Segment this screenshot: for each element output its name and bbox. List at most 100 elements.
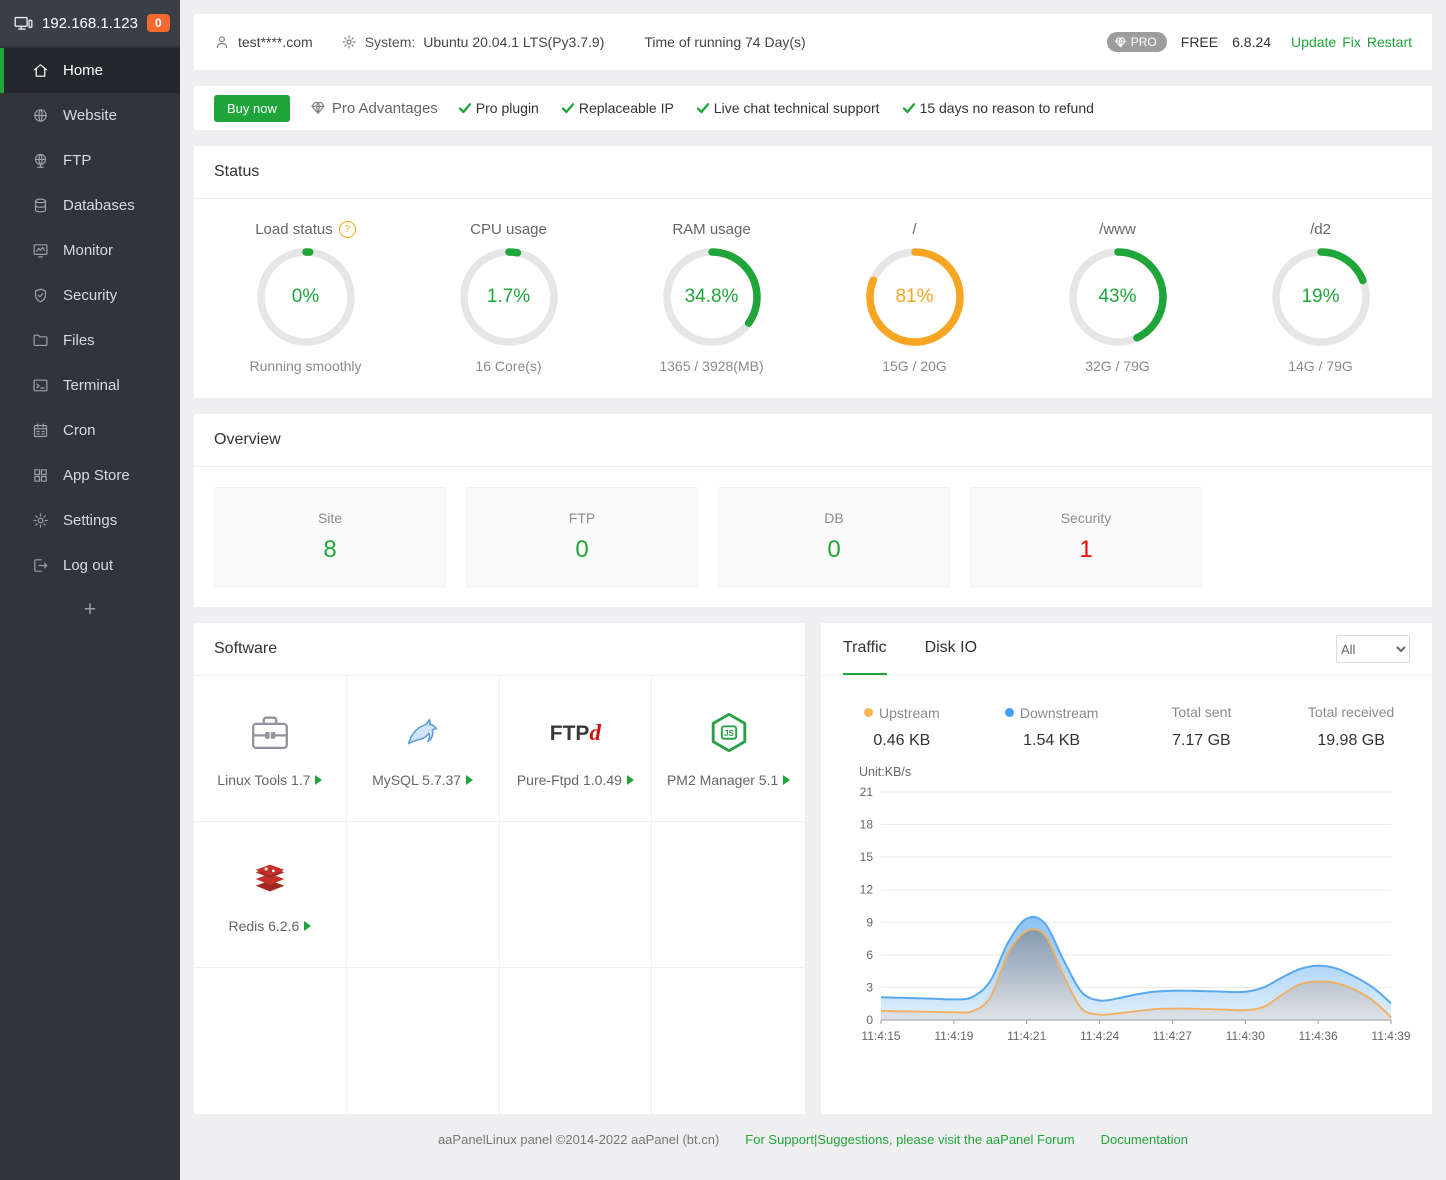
- software-item-pure-ftpd-1-0-49[interactable]: FTPdPure-Ftpd 1.0.49: [500, 676, 653, 822]
- software-item-redis-6-2-6[interactable]: Redis 6.2.6: [194, 822, 347, 968]
- overview-card-label: Security: [1061, 510, 1112, 526]
- sidebar-item-ftp[interactable]: FTP: [0, 138, 180, 183]
- ftpd-icon: FTPd: [550, 710, 601, 756]
- svg-text:6: 6: [866, 948, 873, 962]
- server-ip: 192.168.1.123: [42, 15, 138, 32]
- forum-link[interactable]: For Support|Suggestions, please visit th…: [745, 1132, 1074, 1147]
- gauge-cpu-usage: CPU usage 1.7%16 Core(s): [407, 221, 610, 374]
- software-item-mysql-5-7-37[interactable]: MySQL 5.7.37: [347, 676, 500, 822]
- promo-feature-label: Live chat technical support: [714, 100, 880, 116]
- check-icon: [696, 101, 710, 115]
- documentation-link[interactable]: Documentation: [1101, 1132, 1188, 1147]
- sidebar-item-settings[interactable]: Settings: [0, 498, 180, 543]
- svg-text:15: 15: [860, 850, 874, 864]
- main-content: test****.com System: Ubuntu 20.04.1 LTS(…: [180, 0, 1446, 1165]
- sidebar-item-home[interactable]: Home: [0, 48, 180, 93]
- overview-card-value: 8: [323, 536, 336, 564]
- gauge-label: /: [912, 221, 916, 238]
- overview-card-ftp[interactable]: FTP0: [466, 487, 698, 587]
- svg-text:3: 3: [866, 980, 873, 994]
- network-interface-select[interactable]: All: [1336, 635, 1410, 663]
- sidebar-add-button[interactable]: +: [0, 588, 180, 632]
- promo-feature: Pro plugin: [458, 100, 539, 116]
- sidebar-item-databases[interactable]: Databases: [0, 183, 180, 228]
- computer-mobile-icon: [14, 14, 33, 33]
- tab-traffic[interactable]: Traffic: [843, 623, 887, 675]
- overview-cards: Site8FTP0DB0Security1: [194, 467, 1432, 607]
- software-empty-cell: [347, 822, 500, 968]
- gauge-ring: 43%: [1068, 247, 1168, 347]
- gauge-load-status: Load status? 0%Running smoothly: [204, 221, 407, 374]
- gauge-value: 19%: [1271, 247, 1371, 347]
- folder-icon: [32, 332, 49, 349]
- grid-icon: [32, 467, 49, 484]
- buy-now-button[interactable]: Buy now: [214, 95, 290, 122]
- svg-text:9: 9: [866, 915, 873, 929]
- system-gear-icon: [341, 34, 357, 50]
- gauge-ring: 1.7%: [459, 247, 559, 347]
- software-empty-cell: [194, 968, 347, 1114]
- stat-upstream: Upstream0.46 KB: [827, 704, 977, 750]
- message-count-badge[interactable]: 0: [147, 14, 170, 32]
- sidebar-item-label: Home: [63, 62, 103, 79]
- gauge-value: 43%: [1068, 247, 1168, 347]
- sidebar-item-log-out[interactable]: Log out: [0, 543, 180, 588]
- software-empty-cell: [500, 822, 653, 968]
- diamond-icon: [1114, 36, 1127, 49]
- sidebar-item-cron[interactable]: Cron: [0, 408, 180, 453]
- overview-title: Overview: [194, 414, 1432, 467]
- traffic-tabs: Traffic Disk IO All: [821, 623, 1432, 676]
- help-icon[interactable]: ?: [339, 221, 356, 238]
- sidebar-item-label: Files: [63, 332, 95, 349]
- svg-text:0: 0: [866, 1013, 873, 1027]
- sidebar-item-website[interactable]: Website: [0, 93, 180, 138]
- overview-card-site[interactable]: Site8: [214, 487, 446, 587]
- diamond-icon: [310, 100, 326, 116]
- traffic-panel: TrafficDisk IO All Upstream0.46 KBDownst…: [821, 623, 1432, 1114]
- domain-text: test****.com: [238, 34, 313, 50]
- tab-disk-io[interactable]: Disk IO: [925, 623, 977, 675]
- fix-link[interactable]: Fix: [1342, 34, 1361, 50]
- pro-promo-bar: Buy now Pro Advantages Pro plugin Replace…: [194, 86, 1432, 130]
- system-label: System:: [365, 34, 416, 50]
- sidebar-item-app-store[interactable]: App Store: [0, 453, 180, 498]
- play-icon[interactable]: [627, 775, 634, 785]
- sidebar-item-label: App Store: [63, 467, 130, 484]
- restart-link[interactable]: Restart: [1367, 34, 1412, 50]
- stat-value: 0.46 KB: [827, 732, 977, 750]
- promo-feature-label: Replaceable IP: [579, 100, 674, 116]
- overview-card-db[interactable]: DB0: [718, 487, 950, 587]
- software-item-linux-tools-1-7[interactable]: Linux Tools 1.7: [194, 676, 347, 822]
- sidebar-item-label: Website: [63, 107, 117, 124]
- stat-label: Total received: [1308, 704, 1394, 720]
- software-grid: Linux Tools 1.7MySQL 5.7.37FTPdPure-Ftpd…: [194, 676, 805, 1114]
- software-empty-cell: [347, 968, 500, 1114]
- play-icon[interactable]: [783, 775, 790, 785]
- overview-card-security[interactable]: Security1: [970, 487, 1202, 587]
- software-panel: Software Linux Tools 1.7MySQL 5.7.37FTPd…: [194, 623, 805, 1114]
- play-icon[interactable]: [304, 921, 311, 931]
- footer: aaPanelLinux panel ©2014-2022 aaPanel (b…: [194, 1114, 1432, 1165]
- promo-feature-label: 15 days no reason to refund: [920, 100, 1094, 116]
- stat-total-sent: Total sent7.17 GB: [1127, 704, 1277, 750]
- sidebar-item-monitor[interactable]: Monitor: [0, 228, 180, 273]
- play-icon[interactable]: [315, 775, 322, 785]
- gauge-label: CPU usage: [470, 221, 547, 238]
- pro-badge[interactable]: PRO: [1107, 32, 1167, 52]
- svg-text:12: 12: [860, 883, 874, 897]
- software-item-pm2-manager-5-1[interactable]: JSPM2 Manager 5.1: [652, 676, 805, 822]
- sidebar-item-security[interactable]: Security: [0, 273, 180, 318]
- gauge-label: /d2: [1310, 221, 1331, 238]
- sidebar-item-files[interactable]: Files: [0, 318, 180, 363]
- legend-dot: [1005, 708, 1014, 717]
- server-ip-row[interactable]: 192.168.1.123 0: [0, 0, 180, 46]
- update-link[interactable]: Update: [1291, 34, 1336, 50]
- play-icon[interactable]: [466, 775, 473, 785]
- sidebar-item-label: Security: [63, 287, 117, 304]
- pro-advantages[interactable]: Pro Advantages: [310, 100, 438, 117]
- gauge-ram-usage: RAM usage 34.8%1365 / 3928(MB): [610, 221, 813, 374]
- gauge-label-text: /www: [1099, 221, 1136, 238]
- pm2-icon: JS: [706, 710, 752, 756]
- software-item-label: Redis 6.2.6: [228, 918, 311, 934]
- sidebar-item-terminal[interactable]: Terminal: [0, 363, 180, 408]
